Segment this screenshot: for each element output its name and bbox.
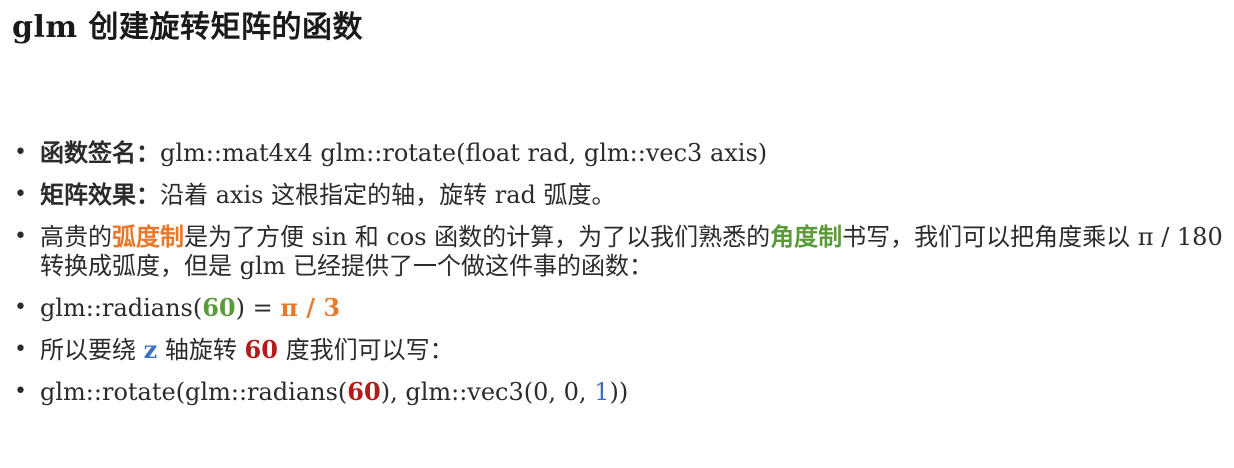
highlight-radian: 弧度制 xyxy=(112,222,184,251)
code-segment: glm::radians( xyxy=(40,294,203,322)
bullet-dot-icon: • xyxy=(14,140,27,165)
text-segment: 轴旋转 xyxy=(157,336,245,364)
bullet-dot-icon: • xyxy=(14,337,27,362)
number-60: 60 xyxy=(347,377,381,406)
bullet-label: 矩阵效果： xyxy=(40,180,160,209)
number-60: 60 xyxy=(202,293,236,322)
bullet-rotate-z-intro: • 所以要绕 z 轴旋转 60 度我们可以写： xyxy=(14,335,1224,365)
bullet-radians-example: • glm::radians(60) = π / 3 xyxy=(14,293,1224,323)
bullet-dot-icon: • xyxy=(14,182,27,207)
code-segment: )) xyxy=(609,378,629,406)
bullet-list: • 函数签名：glm::mat4x4 glm::rotate(float rad… xyxy=(14,138,1224,419)
highlight-degree: 角度制 xyxy=(770,222,843,251)
code-segment: ), glm::vec3(0, 0, xyxy=(380,378,595,406)
bullet-dot-icon: • xyxy=(14,379,27,404)
text-segment: 是为了方便 sin 和 cos 函数的计算，为了以我们熟悉的 xyxy=(184,223,771,251)
bullet-function-signature: • 函数签名：glm::mat4x4 glm::rotate(float rad… xyxy=(14,138,1224,168)
signature-text: glm::mat4x4 glm::rotate(float rad, glm::… xyxy=(160,139,768,167)
bullet-rotate-code: • glm::rotate(glm::radians(60), glm::vec… xyxy=(14,377,1224,407)
bullet-matrix-effect: • 矩阵效果：沿着 axis 这根指定的轴，旋转 rad 弧度。 xyxy=(14,180,1224,210)
slide-title: glm 创建旋转矩阵的函数 xyxy=(12,10,364,45)
number-60: 60 xyxy=(244,335,278,364)
result-pi-over-3: π / 3 xyxy=(280,293,341,322)
code-segment: glm::rotate(glm::radians( xyxy=(40,378,348,406)
text-segment: 高贵的 xyxy=(40,223,112,251)
text-segment: 所以要绕 xyxy=(40,336,144,364)
bullet-dot-icon: • xyxy=(14,295,27,320)
bullet-label: 函数签名： xyxy=(40,138,160,167)
axis-z: z xyxy=(143,335,158,364)
code-segment: ) = xyxy=(235,294,281,322)
effect-text: 沿着 axis 这根指定的轴，旋转 rad 弧度。 xyxy=(160,181,616,209)
bullet-dot-icon: • xyxy=(14,224,27,249)
number-1: 1 xyxy=(594,378,610,406)
bullet-radians-explanation: • 高贵的弧度制是为了方便 sin 和 cos 函数的计算，为了以我们熟悉的角度… xyxy=(14,222,1224,281)
text-segment: 度我们可以写： xyxy=(277,336,454,364)
